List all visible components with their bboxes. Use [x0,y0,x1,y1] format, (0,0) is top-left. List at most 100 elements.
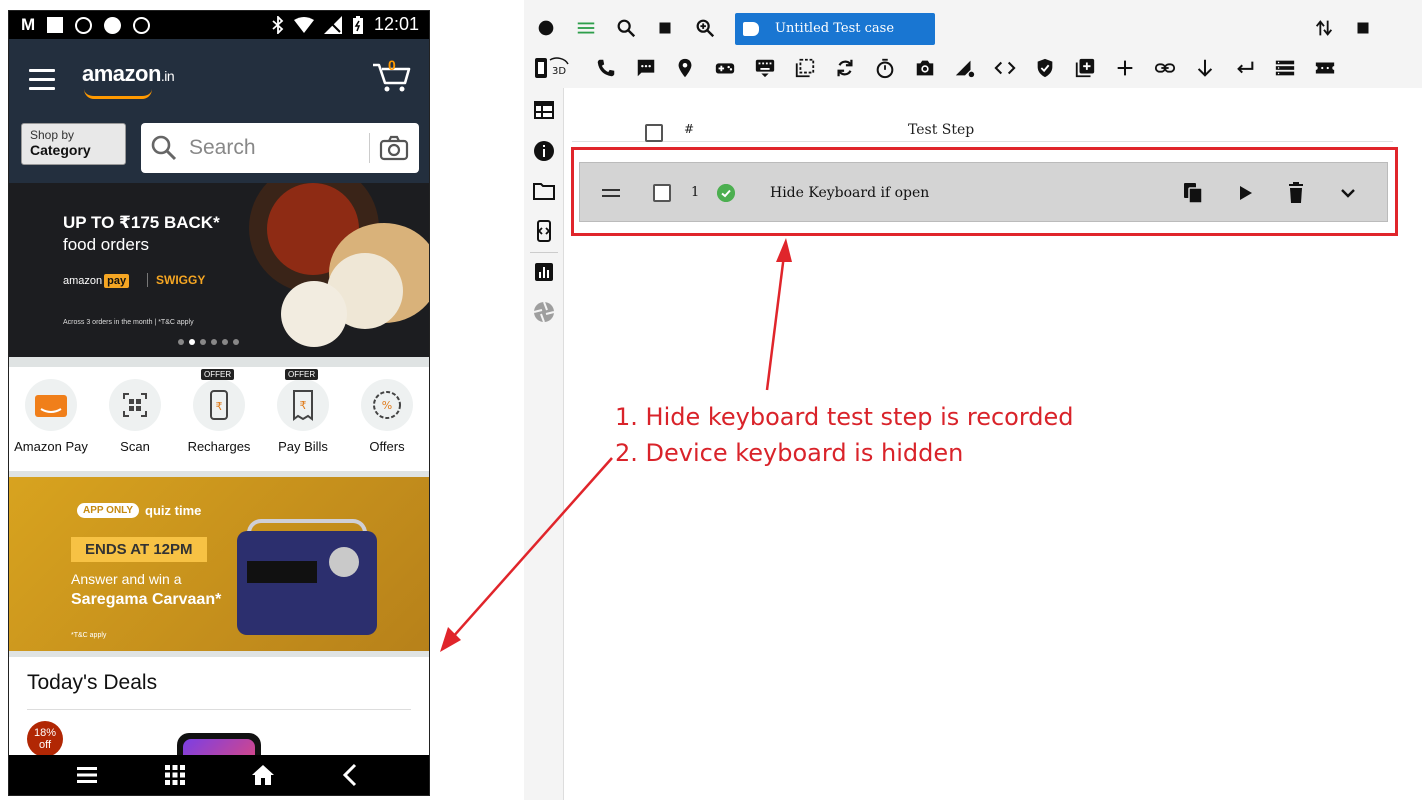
offer-tag: OFFER [285,369,319,380]
chevron-down-icon[interactable] [1336,181,1360,205]
delete-icon[interactable] [1284,181,1308,205]
call-button[interactable] [592,54,620,82]
swap-vertical-icon [1315,20,1333,36]
carvaan-radio-image [237,531,377,635]
gamepad-button[interactable] [711,54,739,82]
zoom-in-button[interactable] [691,14,719,42]
location-button[interactable] [671,54,699,82]
svg-text:3D: 3D [552,66,566,77]
developer-mode-icon[interactable] [532,219,556,243]
folder-icon[interactable] [532,179,556,203]
radio-knob [329,547,359,577]
rotate-button[interactable] [831,54,859,82]
drag-handle-icon[interactable] [602,189,620,201]
steps-list-button[interactable] [572,14,600,42]
network-button[interactable] [951,54,979,82]
quiz-tc-text: *T&C apply [71,632,107,639]
quick-action-pay-bills[interactable]: OFFER ₹ Pay Bills [261,369,345,454]
deals-title[interactable]: Today's Deals [27,671,157,695]
cashback-subline: food orders [63,235,149,254]
scroll-down-button[interactable] [1191,54,1219,82]
column-test-step-header: Test Step [908,122,975,138]
quick-action-amazon-pay[interactable]: Amazon Pay [9,379,93,454]
add-button[interactable] [1111,54,1139,82]
search-box[interactable]: Search [141,123,419,173]
select-region-icon [795,58,815,78]
table-view-icon[interactable] [532,98,556,122]
amazon-logo[interactable]: amazon.in [82,61,175,87]
quiz-time-label: quiz time [145,503,202,518]
device-3d-button[interactable]: 3D [532,54,572,82]
food-cashback-banner[interactable]: UP TO ₹175 BACK* food orders amazon pay S… [9,183,429,357]
rail-divider [530,252,558,253]
quick-action-recharges[interactable]: OFFER ₹ Recharges [177,369,261,454]
ticket-button[interactable] [1311,54,1339,82]
shop-by-label: Shop by [30,128,75,142]
info-icon[interactable] [532,139,556,163]
record-button[interactable] [532,14,560,42]
test-recorder-panel: Untitled Test case 3D # Test Step 1 Hide… [524,0,1422,800]
quick-action-label: Offers [369,439,405,454]
shop-by-category-button[interactable]: Shop by Category [21,123,126,165]
stop-button[interactable] [651,14,679,42]
signal-settings-icon [955,60,975,78]
aperture-icon[interactable] [532,300,556,324]
keyboard-button[interactable] [751,54,779,82]
bluetooth-icon [272,15,284,34]
battery-icon [352,15,363,34]
inspect-button[interactable] [612,14,640,42]
annotation-line-1: 1. Hide keyboard test step is recorded [615,403,1074,431]
cashback-headline: UP TO ₹175 BACK* [63,213,220,232]
carousel-dots [178,339,239,345]
app-only-badge: APP ONLY [77,503,140,518]
svg-text:₹: ₹ [300,399,307,412]
quick-action-label: Scan [120,439,150,454]
quick-actions-row: Amazon Pay Scan OFFER ₹ Recharges OFFER … [9,367,429,471]
stop-session-button[interactable] [1349,14,1377,42]
copy-region-button[interactable] [791,54,819,82]
quiz-answer-text: Answer and win a [71,571,182,587]
row-checkbox[interactable] [653,184,671,202]
verify-button[interactable] [1031,54,1059,82]
play-icon[interactable] [1233,181,1257,205]
screenshot-button[interactable] [911,54,939,82]
carousel-dot-active [189,339,195,345]
check-circle-icon [717,184,735,202]
storage-button[interactable] [1271,54,1299,82]
copy-icon[interactable] [1181,181,1205,205]
cart-button[interactable]: 0 [371,57,411,93]
todays-deals-section: Today's Deals 18% off [9,657,429,773]
search-icon [617,19,636,38]
quiz-banner[interactable]: APP ONLY quiz time ENDS AT 12PM Answer a… [9,477,429,651]
quick-action-offers[interactable]: % Offers [345,379,429,454]
apps-grid-icon[interactable] [163,763,187,787]
wait-button[interactable] [871,54,899,82]
source-button[interactable] [991,54,1019,82]
menu-icon[interactable] [75,763,99,787]
notification-info-icon [75,16,93,34]
location-pin-icon [678,58,692,78]
bar-chart-icon[interactable] [532,260,556,284]
plus-icon [1117,60,1133,76]
hamburger-menu-icon[interactable] [29,69,55,96]
enter-key-button[interactable] [1231,54,1259,82]
camera-search-icon[interactable] [379,135,409,161]
add-step-group-button[interactable] [1071,54,1099,82]
screenshot-root: M 12:01 amazon.in 0 Shop by Category Sea… [0,0,1422,800]
sort-button[interactable] [1310,14,1338,42]
back-icon[interactable] [339,763,363,787]
select-all-checkbox[interactable] [645,124,663,142]
sms-button[interactable] [632,54,660,82]
home-icon[interactable] [251,763,275,787]
quick-action-scan[interactable]: Scan [93,379,177,454]
quick-action-label: Pay Bills [278,439,328,454]
label-icon [743,22,759,36]
signal-icon [323,15,342,34]
test-case-tab[interactable]: Untitled Test case [735,13,935,45]
table-row[interactable]: 1 Hide Keyboard if open [579,162,1388,222]
amazon-smile-logo [84,89,152,99]
deals-divider [27,709,411,710]
quiz-ends-label: ENDS AT 12PM [71,537,207,562]
link-button[interactable] [1151,54,1179,82]
carousel-dot [233,339,239,345]
